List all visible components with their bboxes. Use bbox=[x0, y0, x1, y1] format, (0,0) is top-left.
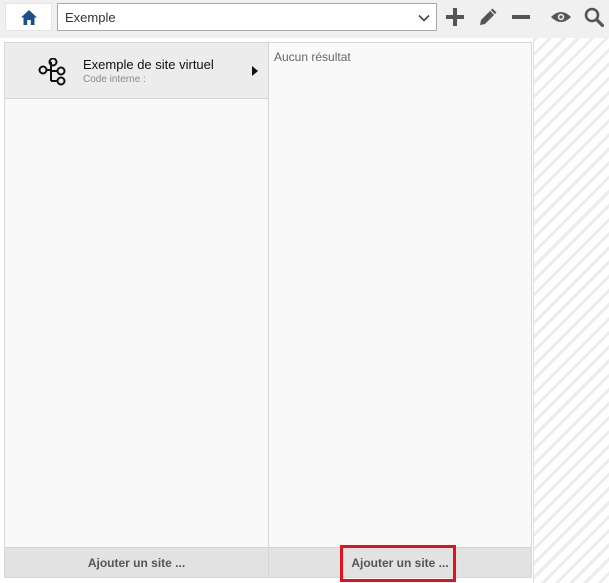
search-button[interactable] bbox=[583, 6, 605, 28]
site-select[interactable]: Exemple bbox=[57, 3, 437, 31]
no-result-text: Aucun résultat bbox=[274, 50, 351, 64]
toolbar: Exemple bbox=[0, 0, 609, 38]
add-site-button-right[interactable]: Ajouter un site ... bbox=[269, 547, 531, 577]
site-name: Exemple de site virtuel bbox=[83, 57, 214, 72]
plus-icon bbox=[446, 8, 464, 26]
chevron-right-icon bbox=[252, 66, 258, 76]
chevron-down-icon bbox=[418, 14, 430, 22]
site-internal-code: Code interne : bbox=[83, 74, 146, 85]
search-icon bbox=[584, 7, 604, 27]
sites-panel: Exemple de site virtuel Code interne : A… bbox=[4, 42, 532, 578]
add-button[interactable] bbox=[444, 6, 466, 28]
eye-icon bbox=[551, 12, 571, 22]
network-tree-icon bbox=[38, 58, 66, 86]
results-column: Aucun résultat Ajouter un site ... bbox=[269, 43, 531, 577]
view-button[interactable] bbox=[550, 6, 572, 28]
remove-button[interactable] bbox=[510, 6, 532, 28]
sites-list-column: Exemple de site virtuel Code interne : A… bbox=[5, 43, 269, 577]
site-select-value: Exemple bbox=[65, 9, 116, 25]
edit-button[interactable] bbox=[477, 6, 499, 28]
add-site-button-left[interactable]: Ajouter un site ... bbox=[5, 547, 268, 577]
home-button[interactable] bbox=[5, 3, 52, 31]
empty-striped-area bbox=[533, 38, 609, 583]
pencil-icon bbox=[480, 8, 497, 25]
site-list-item[interactable]: Exemple de site virtuel Code interne : bbox=[5, 43, 268, 99]
minus-icon bbox=[512, 15, 530, 19]
home-icon bbox=[20, 9, 37, 25]
